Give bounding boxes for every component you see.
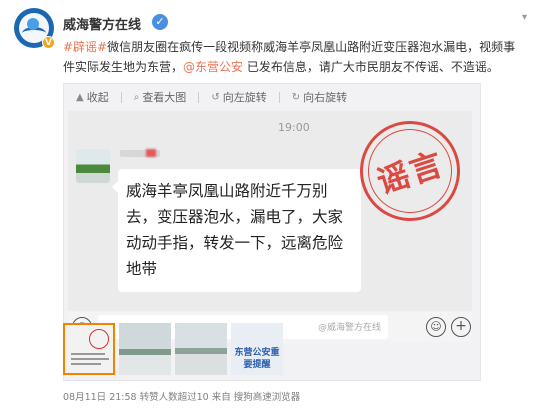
repost-count[interactable]: 转赞人数超过10 — [140, 392, 209, 403]
account-avatar[interactable]: V — [14, 8, 55, 49]
magnify-icon: ⌕ — [133, 91, 140, 103]
chat-time: 19:00 — [278, 121, 310, 134]
rotate-right-button[interactable]: ↻ 向右旋转 — [292, 89, 347, 105]
post-text-part-2: 已发布信息，请广大市民朋友不传谣、不造谣。 — [243, 60, 499, 74]
thumbnail-text-line — [71, 363, 101, 365]
thumbnail-text-line — [71, 358, 109, 360]
chat-message-bubble: 威海羊亭凤凰山路附近千万别去，变压器泡水，漏电了，大家动动手指，转发一下，远离危… — [112, 169, 361, 292]
post-source[interactable]: 来自 搜狗高速浏览器 — [212, 392, 301, 403]
verified-icon: ✓ — [152, 14, 168, 30]
view-large-label: 查看大图 — [142, 91, 187, 104]
collapse-up-icon: ▲ — [76, 91, 84, 103]
image-toolbar: ▲ 收起 ⌕ 查看大图 ↺ 向左旋转 ↻ 向右旋转 — [64, 84, 480, 110]
rotate-left-label: 向左旋转 — [222, 91, 267, 104]
emoji-icon: ☺ — [426, 317, 446, 337]
thumbnail-notice-label: 东营公安重要提醒 — [234, 348, 280, 370]
toolbar-divider — [198, 91, 200, 103]
rotate-right-label: 向右旋转 — [303, 91, 348, 104]
post-text: #辟谣#微信朋友圈在疯传一段视频称威海羊亭凤凰山路附近变压器泡水漏电，视频事件实… — [63, 37, 523, 77]
rotate-left-button[interactable]: ↺ 向左旋转 — [211, 89, 266, 105]
mention-link[interactable]: @东营公安 — [183, 60, 243, 74]
view-large-button[interactable]: ⌕ 查看大图 — [134, 89, 187, 105]
rotate-left-icon: ↺ — [211, 91, 220, 103]
chat-screenshot-image[interactable]: 19:00 威海羊亭凤凰山路附近千万别去，变压器泡水，漏电了，大家动动手指，转发… — [68, 111, 472, 311]
post-date[interactable]: 08月11日 21:58 — [63, 392, 137, 403]
thumbnail-scene-2[interactable] — [175, 323, 227, 375]
thumbnail-rumor-chat[interactable] — [63, 323, 115, 375]
account-name[interactable]: 威海警方在线 — [63, 14, 141, 33]
topic-tag-link[interactable]: #辟谣# — [63, 40, 107, 54]
verified-v-icon: V — [42, 36, 55, 49]
collapse-button[interactable]: ▲ 收起 — [76, 89, 109, 105]
rotate-right-icon: ↻ — [291, 91, 301, 103]
image-watermark: @威海警方在线 — [318, 323, 382, 333]
rumor-stamp: 谣言 — [346, 111, 472, 235]
chat-sender-avatar — [76, 149, 110, 183]
thumbnail-text-line — [71, 353, 105, 355]
chevron-down-icon[interactable]: ▾ — [522, 12, 534, 24]
collapse-label: 收起 — [86, 91, 109, 104]
rumor-stamp-text: 谣言 — [372, 144, 449, 202]
post-footer: 08月11日 21:58 转赞人数超过10 来自 搜狗高速浏览器 — [63, 389, 300, 403]
plus-icon: + — [451, 317, 471, 337]
toolbar-divider — [278, 91, 280, 103]
thumbnail-notice[interactable]: 东营公安重要提醒 — [231, 323, 283, 375]
thumbnail-strip: 东营公安重要提醒 — [63, 323, 287, 377]
chat-sender-redaction — [146, 149, 156, 157]
thumbnail-scene-1[interactable] — [119, 323, 171, 375]
thumbnail-stamp-mark — [89, 329, 109, 349]
toolbar-divider — [120, 91, 122, 103]
